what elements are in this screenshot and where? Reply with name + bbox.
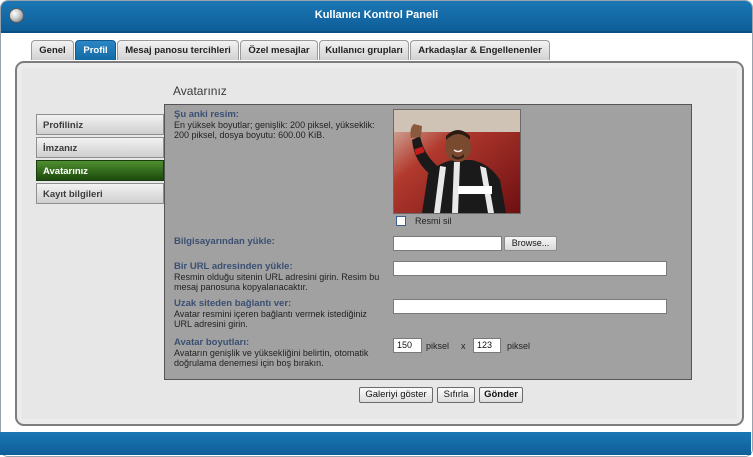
sidebar: Profiliniz İmzanız Avatarınız Kayıt bilg… [36,114,164,206]
avatar-photo-icon [394,110,520,213]
tab-private-messages[interactable]: Özel mesajlar [240,40,318,60]
tab-profil[interactable]: Profil [75,40,116,60]
show-gallery-button[interactable]: Galeriyi göster [359,387,433,403]
tab-friends-foes[interactable]: Arkadaşlar & Engellenenler [410,40,550,60]
upload-file-input[interactable] [393,236,502,251]
upload-label: Bilgisayarından yükle: [174,236,275,247]
page-title: Avatarınız [173,84,227,98]
current-image-desc: En yüksek boyutlar; genişlik: 200 piksel… [174,120,375,140]
dimensions-label: Avatar boyutları: [174,337,250,348]
url-upload-input[interactable] [393,261,667,276]
tab-board-preferences[interactable]: Mesaj panosu tercihleri [117,40,239,60]
window-title: Kullanıcı Kontrol Paneli [314,9,439,21]
submit-button[interactable]: Gönder [479,387,523,403]
reset-button[interactable]: Sıfırla [437,387,475,403]
avatar-width-input[interactable]: 150 [393,338,422,353]
dimension-separator: x [461,341,466,351]
avatar-image [393,109,521,214]
delete-avatar-label: Resmi sil [415,216,452,226]
height-unit: piksel [507,341,531,351]
avatar-height-input[interactable]: 123 [473,338,501,353]
footer-bar [0,432,751,455]
sidebar-item-signature[interactable]: İmzanız [36,137,164,158]
dimensions-block: Avatar boyutları: Avatarın genişlik ve y… [174,337,374,369]
remote-link-desc: Avatar resmini içeren bağlantı vermek is… [174,309,367,329]
tab-genel[interactable]: Genel [31,40,74,60]
title-bar: Kullanıcı Kontrol Paneli [1,1,752,33]
sidebar-item-avatar[interactable]: Avatarınız [36,160,164,181]
url-upload-label: Bir URL adresinden yükle: [174,261,293,272]
browse-button[interactable]: Browse... [504,236,557,251]
current-image-label: Şu anki resim: [174,109,239,120]
upload-block: Bilgisayarından yükle: [174,237,384,247]
remote-link-block: Uzak siteden bağlantı ver: Avatar resmin… [174,298,379,330]
sidebar-item-profile[interactable]: Profiliniz [36,114,164,135]
tab-usergroups[interactable]: Kullanıcı grupları [319,40,409,60]
url-upload-desc: Resmin olduğu sitenin URL adresini girin… [174,272,380,292]
dimensions-desc: Avatarın genişlik ve yüksekliğini belirt… [174,348,369,368]
current-image-block: Şu anki resim: En yüksek boyutlar; geniş… [174,109,384,141]
delete-avatar-checkbox[interactable] [396,216,406,226]
sidebar-item-registration[interactable]: Kayıt bilgileri [36,183,164,204]
remote-link-label: Uzak siteden bağlantı ver: [174,298,292,309]
width-unit: piksel [426,341,450,351]
remote-link-input[interactable] [393,299,667,314]
url-upload-block: Bir URL adresinden yükle: Resmin olduğu … [174,261,389,293]
